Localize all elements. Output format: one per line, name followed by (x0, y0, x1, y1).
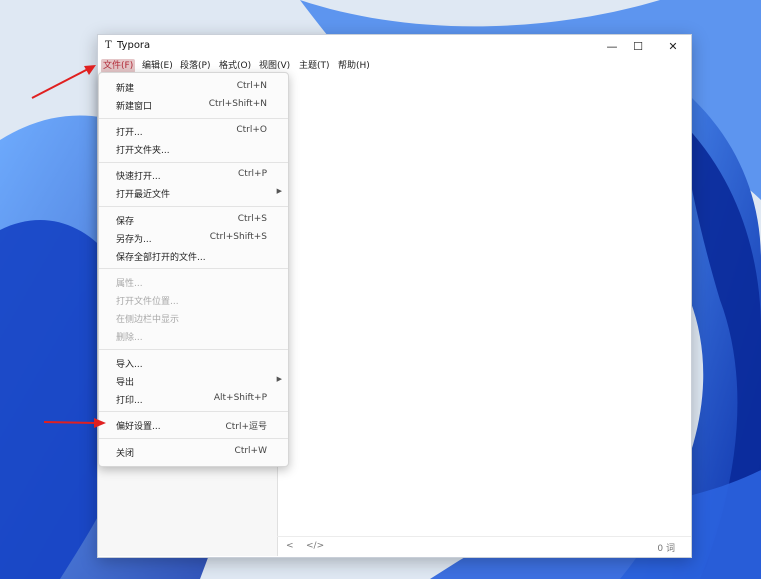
menu-item-open-folder[interactable]: 打开文件夹... (99, 140, 288, 158)
menu-theme[interactable]: 主题(T) (297, 59, 332, 73)
menu-file[interactable]: 文件(F) (101, 59, 136, 73)
menu-item-label: 导出 (116, 378, 135, 388)
menu-separator (99, 438, 288, 439)
menu-item-label: 在侧边栏中显示 (116, 315, 180, 325)
menu-item-shortcut: Ctrl+Shift+N (208, 99, 267, 109)
menu-item-quick-open[interactable]: 快速打开... Ctrl+P (99, 166, 288, 184)
menu-item-open-file-location: 打开文件位置... (99, 291, 288, 309)
menu-item-label: 导入... (116, 360, 143, 370)
menu-item-shortcut: Ctrl+Shift+S (209, 232, 267, 242)
menu-format[interactable]: 格式(O) (217, 59, 253, 73)
menu-paragraph[interactable]: 段落(P) (178, 59, 212, 73)
menu-separator (99, 206, 288, 207)
annotation-arrow-icon (43, 418, 106, 428)
menu-item-properties: 属性... (99, 273, 288, 291)
menu-item-label: 偏好设置... (116, 422, 161, 432)
menu-item-label: 打开文件夹... (116, 146, 170, 156)
menu-item-shortcut: Ctrl+P (238, 169, 267, 179)
menu-item-label: 打开... (116, 128, 143, 138)
menu-item-label: 快速打开... (116, 172, 161, 182)
menu-separator (99, 349, 288, 350)
menu-item-save[interactable]: 保存 Ctrl+S (99, 211, 288, 229)
menu-item-label: 另存为... (116, 235, 152, 245)
menu-item-shortcut: Ctrl+逗号 (225, 422, 267, 432)
word-count[interactable]: 0 词 (657, 541, 675, 554)
minimize-button[interactable]: — (601, 38, 623, 55)
menu-item-shortcut: Ctrl+W (234, 446, 267, 456)
menu-item-label: 删除... (116, 333, 143, 343)
menu-item-open-recent[interactable]: 打开最近文件 ▶ (99, 184, 288, 202)
title-bar: T Typora — ☐ ✕ (98, 35, 691, 57)
menu-help[interactable]: 帮助(H) (336, 59, 372, 73)
menu-edit[interactable]: 编辑(E) (140, 59, 175, 73)
menu-item-export[interactable]: 导出 ▶ (99, 372, 288, 390)
menu-item-label: 打开文件位置... (116, 297, 179, 307)
submenu-arrow-icon: ▶ (276, 375, 282, 383)
submenu-arrow-icon: ▶ (276, 187, 282, 195)
toggle-sidebar-icon[interactable]: < (286, 541, 294, 551)
menu-item-shortcut: Ctrl+S (237, 214, 267, 224)
menu-item-label: 属性... (116, 279, 143, 289)
menu-item-close[interactable]: 关闭 Ctrl+W (99, 443, 288, 461)
menu-item-shortcut: Ctrl+O (236, 125, 267, 135)
menu-item-label: 新建 (116, 84, 135, 94)
menu-item-delete: 删除... (99, 327, 288, 345)
annotation-arrow-icon (31, 65, 96, 99)
menu-item-shortcut: Alt+Shift+P (213, 393, 267, 403)
menu-item-new[interactable]: 新建 Ctrl+N (99, 78, 288, 96)
menu-separator (99, 411, 288, 412)
menu-item-print[interactable]: 打印... Alt+Shift+P (99, 390, 288, 408)
window-title: Typora (117, 40, 151, 51)
status-bar: < </> 0 词 (277, 536, 691, 557)
typora-app-icon: T (105, 40, 112, 51)
menu-item-open[interactable]: 打开... Ctrl+O (99, 122, 288, 140)
menu-item-label: 新建窗口 (116, 102, 153, 112)
menu-separator (99, 268, 288, 269)
menu-item-import[interactable]: 导入... (99, 354, 288, 372)
menu-separator (99, 118, 288, 119)
file-menu-dropdown: 新建 Ctrl+N 新建窗口 Ctrl+Shift+N 打开... Ctrl+O… (98, 72, 289, 467)
menu-separator (99, 162, 288, 163)
menu-item-label: 保存 (116, 217, 135, 227)
maximize-button[interactable]: ☐ (627, 38, 649, 55)
source-code-mode-icon[interactable]: </> (306, 541, 324, 551)
menu-item-new-window[interactable]: 新建窗口 Ctrl+Shift+N (99, 96, 288, 114)
menu-item-shortcut: Ctrl+N (236, 81, 267, 91)
menu-item-preferences[interactable]: 偏好设置... Ctrl+逗号 (99, 416, 288, 434)
menu-view[interactable]: 视图(V) (257, 59, 292, 73)
menu-item-label: 打开最近文件 (116, 190, 171, 200)
menu-item-label: 保存全部打开的文件... (116, 253, 206, 263)
menu-item-label: 关闭 (116, 449, 135, 459)
close-button[interactable]: ✕ (662, 38, 684, 55)
menu-item-save-as[interactable]: 另存为... Ctrl+Shift+S (99, 229, 288, 247)
menu-item-label: 打印... (116, 396, 143, 406)
menu-item-save-all[interactable]: 保存全部打开的文件... (99, 247, 288, 265)
menu-item-reveal-in-sidebar: 在侧边栏中显示 (99, 309, 288, 327)
